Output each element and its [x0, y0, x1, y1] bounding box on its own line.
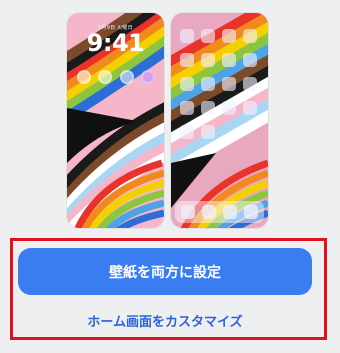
app-icon [201, 101, 215, 115]
app-icon [201, 29, 215, 43]
app-icon [222, 101, 236, 115]
app-icon [222, 77, 236, 91]
lock-time-text: 9:41 [86, 29, 145, 57]
app-icon [243, 101, 257, 115]
app-icon [180, 53, 194, 67]
widget-circle-icon [77, 70, 91, 84]
dock-app-icon [244, 205, 258, 219]
app-icon [180, 125, 194, 139]
dock-app-icon [202, 205, 216, 219]
app-icon [222, 29, 236, 43]
app-icon [243, 53, 257, 67]
app-icon [201, 77, 215, 91]
app-icon [243, 29, 257, 43]
widget-circle-icon [140, 70, 155, 84]
app-icon [201, 53, 215, 67]
empty-slot [243, 125, 257, 139]
lock-widgets [77, 70, 155, 88]
app-icon [201, 125, 215, 139]
lock-screen-preview[interactable]: 1月9日 火曜日 9:41 [67, 13, 164, 228]
dock-app-icon [223, 205, 237, 219]
app-icon [180, 29, 194, 43]
home-app-grid [180, 29, 260, 139]
widget-circle-icon [119, 70, 134, 84]
app-icon [243, 77, 257, 91]
home-screen-preview[interactable] [171, 13, 268, 228]
widget-circle-icon [98, 70, 113, 84]
app-icon [222, 53, 236, 67]
customize-home-button[interactable]: ホーム画面をカスタマイズ [18, 308, 312, 332]
set-both-button[interactable]: 壁紙を両方に設定 [18, 248, 312, 295]
home-dock [175, 201, 264, 223]
app-icon [180, 77, 194, 91]
dock-app-icon [181, 205, 195, 219]
app-icon [180, 101, 194, 115]
empty-slot [222, 125, 236, 139]
